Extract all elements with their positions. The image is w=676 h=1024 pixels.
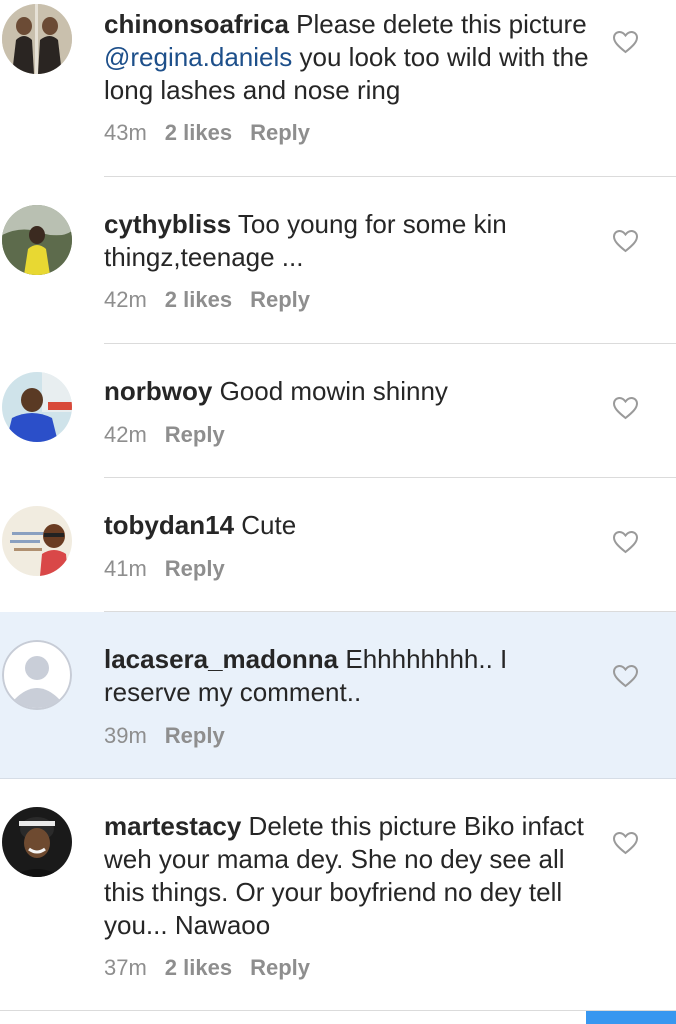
avatar[interactable]	[2, 640, 72, 710]
comment-meta: 42m 2 likes Reply	[104, 286, 310, 314]
comment-text: chinonsoafrica Please delete this pictur…	[104, 8, 594, 107]
comment-mention[interactable]: @regina.daniels	[104, 42, 292, 72]
comment-time: 42m	[104, 287, 147, 312]
default-avatar-icon	[2, 640, 72, 710]
comment-text: martestacy Delete this picture Biko infa…	[104, 810, 594, 942]
comment-item: martestacy Delete this picture Biko infa…	[0, 779, 676, 1010]
comments-screen: chinonsoafrica Please delete this pictur…	[0, 0, 676, 1024]
comment-meta: 43m 2 likes Reply	[104, 119, 310, 147]
comment-time: 41m	[104, 556, 147, 581]
reply-button[interactable]: Reply	[165, 556, 225, 581]
comment-likes[interactable]: 2 likes	[165, 120, 232, 145]
comment-body: Cute	[234, 510, 297, 540]
comment-meta: 39m Reply	[104, 722, 225, 750]
comment-text: cythybliss Too young for some kin thingz…	[104, 208, 594, 274]
comment-item: norbwoy Good mowin shinny 42m Reply	[0, 344, 676, 478]
comment-text: lacasera_madonna Ehhhhhhhh.. I reserve m…	[104, 643, 594, 709]
avatar[interactable]	[2, 205, 72, 275]
comment-likes[interactable]: 2 likes	[165, 287, 232, 312]
divider	[0, 1010, 676, 1011]
send-button-edge[interactable]	[586, 1011, 676, 1024]
comment-username[interactable]: lacasera_madonna	[104, 644, 338, 674]
reply-button[interactable]: Reply	[250, 955, 310, 980]
avatar[interactable]	[2, 506, 72, 576]
comment-time: 42m	[104, 422, 147, 447]
comment-meta: 41m Reply	[104, 555, 225, 583]
comment-item: tobydan14 Cute 41m Reply	[0, 478, 676, 612]
profile-photo-icon	[2, 506, 72, 576]
comment-time: 37m	[104, 955, 147, 980]
heart-outline-icon[interactable]	[612, 530, 639, 554]
comment-username[interactable]: tobydan14	[104, 510, 234, 540]
profile-photo-icon	[2, 372, 72, 442]
comment-username[interactable]: chinonsoafrica	[104, 9, 289, 39]
reply-button[interactable]: Reply	[250, 120, 310, 145]
avatar[interactable]	[2, 372, 72, 442]
avatar[interactable]	[2, 807, 72, 877]
avatar[interactable]	[2, 4, 72, 74]
comment-time: 43m	[104, 120, 147, 145]
comment-text: norbwoy Good mowin shinny	[104, 375, 594, 408]
heart-outline-icon[interactable]	[612, 664, 639, 688]
heart-outline-icon[interactable]	[612, 30, 639, 54]
heart-outline-icon[interactable]	[612, 831, 639, 855]
heart-outline-icon[interactable]	[612, 229, 639, 253]
comment-username[interactable]: cythybliss	[104, 209, 231, 239]
heart-outline-icon[interactable]	[612, 396, 639, 420]
comment-item: chinonsoafrica Please delete this pictur…	[0, 0, 676, 177]
comment-body: Please delete this picture	[288, 9, 587, 39]
comment-body: Good mowin shinny	[212, 376, 448, 406]
comment-likes[interactable]: 2 likes	[165, 955, 232, 980]
reply-button[interactable]: Reply	[250, 287, 310, 312]
comment-meta: 37m 2 likes Reply	[104, 954, 310, 982]
comment-username[interactable]: martestacy	[104, 811, 241, 841]
comment-username[interactable]: norbwoy	[104, 376, 212, 406]
profile-photo-icon	[2, 4, 72, 74]
comment-meta: 42m Reply	[104, 421, 225, 449]
reply-button[interactable]: Reply	[165, 422, 225, 447]
comment-text: tobydan14 Cute	[104, 509, 594, 542]
comment-item: cythybliss Too young for some kin thingz…	[0, 177, 676, 344]
comment-item: lacasera_madonna Ehhhhhhhh.. I reserve m…	[0, 612, 676, 779]
profile-photo-icon	[2, 205, 72, 275]
profile-photo-icon	[2, 807, 72, 877]
comment-time: 39m	[104, 723, 147, 748]
reply-button[interactable]: Reply	[165, 723, 225, 748]
